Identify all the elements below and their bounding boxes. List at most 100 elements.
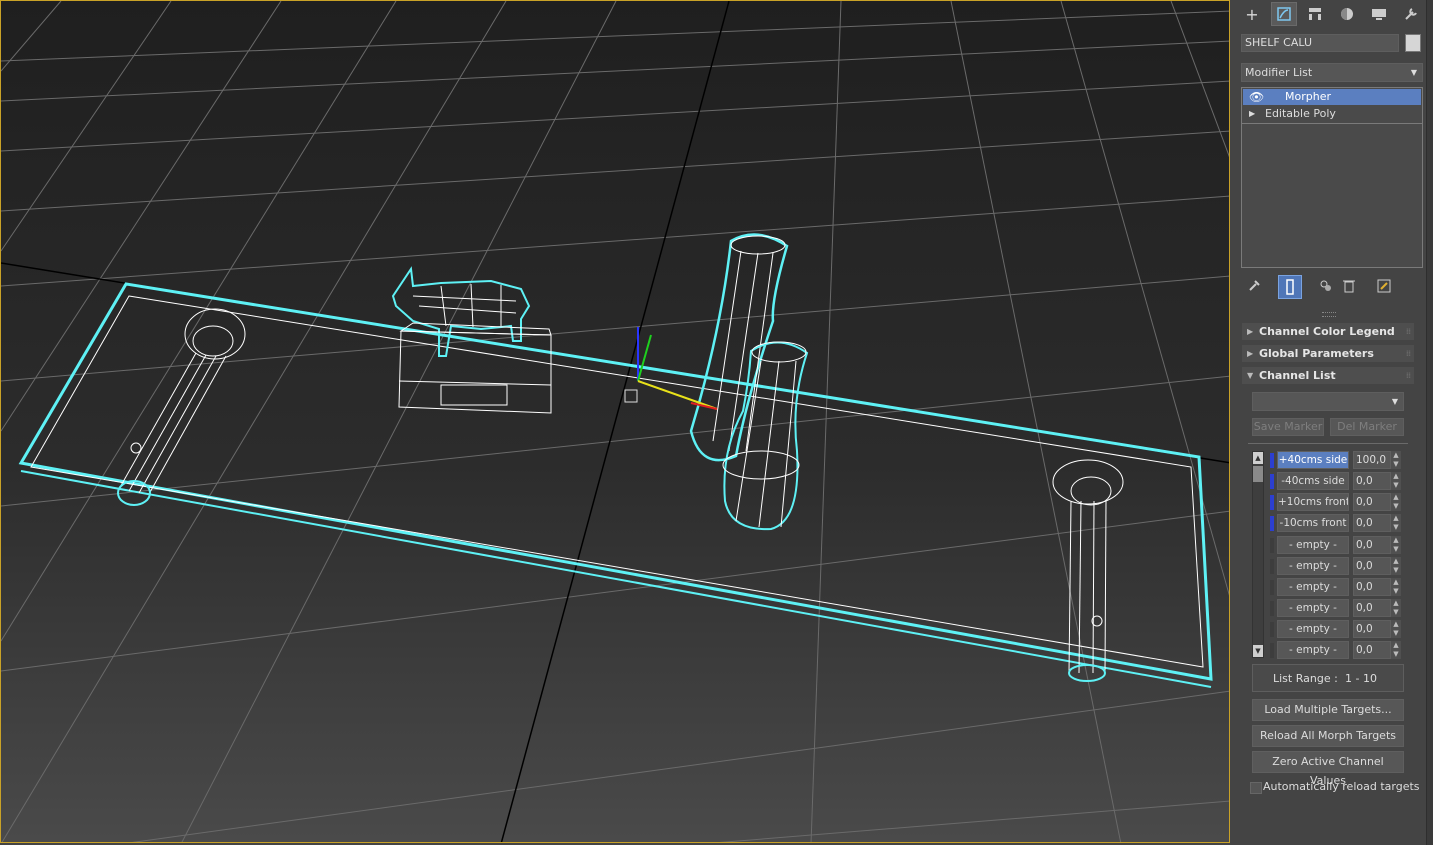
channel-row[interactable]: - empty - 0,0 ▲ ▼ bbox=[1270, 620, 1406, 638]
channel-name-button[interactable]: - empty - bbox=[1277, 578, 1349, 596]
channel-value-field[interactable]: 0,0 bbox=[1353, 493, 1391, 511]
channel-name-button[interactable]: -10cms front bbox=[1277, 514, 1349, 532]
spinner-icon[interactable]: ▲ ▼ bbox=[1391, 514, 1401, 532]
collapsed-arrow-icon: ▶ bbox=[1247, 349, 1254, 358]
channel-color-indicator bbox=[1270, 474, 1274, 489]
rollout-title: Channel List bbox=[1259, 369, 1336, 382]
channel-row[interactable]: +40cms side 100,0 ▲ ▼ bbox=[1270, 451, 1406, 469]
chevron-down-icon: ▼ bbox=[1391, 397, 1398, 406]
display-tab-icon[interactable] bbox=[1366, 2, 1392, 26]
rollout-global-parameters[interactable]: ▶ Global Parameters ⁞⁞ bbox=[1241, 344, 1415, 363]
left-bracket[interactable] bbox=[117, 308, 246, 506]
scroll-down-icon[interactable]: ▼ bbox=[1253, 645, 1263, 657]
channel-name-button[interactable]: - empty - bbox=[1277, 536, 1349, 554]
spinner-icon[interactable]: ▲ ▼ bbox=[1391, 578, 1401, 596]
command-panel: + SHELF CALU Modifier List ▼ 👁 Morpher ▶… bbox=[1236, 0, 1426, 845]
auto-reload-checkbox-row[interactable]: Automatically reload targets bbox=[1250, 780, 1420, 796]
channel-name-button[interactable]: - empty - bbox=[1277, 557, 1349, 575]
panel-scrollbar[interactable] bbox=[1426, 0, 1433, 845]
short-vase[interactable] bbox=[722, 341, 809, 531]
channel-row[interactable]: - empty - 0,0 ▲ ▼ bbox=[1270, 641, 1406, 659]
channel-scrollbar[interactable]: ▲ ▼ bbox=[1252, 451, 1264, 658]
scroll-thumb[interactable] bbox=[1253, 466, 1263, 482]
rollout-title: Channel Color Legend bbox=[1259, 325, 1395, 338]
channel-name-button[interactable]: +40cms side bbox=[1277, 451, 1349, 469]
panel-grip[interactable] bbox=[1322, 312, 1336, 317]
channel-row[interactable]: - empty - 0,0 ▲ ▼ bbox=[1270, 599, 1406, 617]
create-tab-icon[interactable]: + bbox=[1239, 2, 1265, 26]
object-color-swatch[interactable] bbox=[1405, 34, 1421, 52]
channel-value-field[interactable]: 0,0 bbox=[1353, 514, 1391, 532]
spinner-icon[interactable]: ▲ ▼ bbox=[1391, 451, 1401, 469]
channel-name-button[interactable]: - empty - bbox=[1277, 599, 1349, 617]
rollout-grip-icon: ⁞⁞ bbox=[1405, 349, 1411, 358]
spinner-icon[interactable]: ▲ ▼ bbox=[1391, 641, 1401, 659]
list-range-box: List Range : 1 - 10 bbox=[1252, 664, 1404, 692]
channel-row[interactable]: -40cms side 0,0 ▲ ▼ bbox=[1270, 472, 1406, 490]
list-range-value: 1 - 10 bbox=[1345, 672, 1377, 685]
spinner-icon[interactable]: ▲ ▼ bbox=[1391, 536, 1401, 554]
hierarchy-tab-icon[interactable] bbox=[1302, 2, 1328, 26]
auto-reload-checkbox[interactable] bbox=[1250, 782, 1262, 794]
reload-all-morph-targets-button[interactable]: Reload All Morph Targets bbox=[1252, 725, 1404, 747]
channel-name-button[interactable]: +10cms front bbox=[1277, 493, 1349, 511]
spinner-icon[interactable]: ▲ ▼ bbox=[1391, 472, 1401, 490]
expanded-arrow-icon: ▼ bbox=[1247, 371, 1254, 380]
channel-name-button[interactable]: - empty - bbox=[1277, 620, 1349, 638]
show-end-result-icon[interactable] bbox=[1278, 275, 1302, 299]
pin-stack-icon[interactable] bbox=[1244, 276, 1264, 296]
channel-name-button[interactable]: -40cms side bbox=[1277, 472, 1349, 490]
modifier-stack[interactable]: 👁 Morpher ▶ Editable Poly bbox=[1241, 87, 1423, 268]
wireframe-scene[interactable] bbox=[1, 1, 1230, 843]
channel-value-field[interactable]: 0,0 bbox=[1353, 599, 1391, 617]
spinner-icon[interactable]: ▲ ▼ bbox=[1391, 599, 1401, 617]
spinner-icon[interactable]: ▲ ▼ bbox=[1391, 557, 1401, 575]
rollout-channel-color-legend[interactable]: ▶ Channel Color Legend ⁞⁞ bbox=[1241, 322, 1415, 341]
channel-color-indicator bbox=[1270, 643, 1274, 658]
chevron-down-icon: ▼ bbox=[1410, 68, 1417, 77]
make-unique-icon[interactable] bbox=[1316, 276, 1336, 296]
channel-value-field[interactable]: 0,0 bbox=[1353, 557, 1391, 575]
trash-icon[interactable] bbox=[1339, 276, 1359, 296]
channel-value-field[interactable]: 0,0 bbox=[1353, 472, 1391, 490]
modify-tab-icon[interactable] bbox=[1271, 2, 1297, 26]
motion-tab-icon[interactable] bbox=[1334, 2, 1360, 26]
channel-row[interactable]: -10cms front 0,0 ▲ ▼ bbox=[1270, 514, 1406, 532]
object-name-field[interactable]: SHELF CALU bbox=[1241, 34, 1399, 52]
list-range-label: List Range : bbox=[1273, 672, 1338, 685]
expand-arrow-icon[interactable]: ▶ bbox=[1249, 106, 1255, 122]
marker-dropdown[interactable]: ▼ bbox=[1252, 392, 1404, 411]
load-multiple-targets-button[interactable]: Load Multiple Targets... bbox=[1252, 699, 1404, 721]
configure-modifier-sets-icon[interactable] bbox=[1374, 276, 1394, 296]
viewport[interactable] bbox=[0, 0, 1230, 843]
channel-color-indicator bbox=[1270, 453, 1274, 468]
utilities-tab-icon[interactable] bbox=[1398, 2, 1424, 26]
eye-icon[interactable]: 👁 bbox=[1249, 89, 1264, 105]
spinner-icon[interactable]: ▲ ▼ bbox=[1391, 620, 1401, 638]
channel-value-field[interactable]: 0,0 bbox=[1353, 641, 1391, 659]
command-panel-tabs: + bbox=[1236, 0, 1426, 28]
channel-row[interactable]: +10cms front 0,0 ▲ ▼ bbox=[1270, 493, 1406, 511]
stack-item-editable-poly[interactable]: ▶ Editable Poly bbox=[1243, 106, 1421, 122]
channel-value-field[interactable]: 0,0 bbox=[1353, 536, 1391, 554]
channel-row[interactable]: - empty - 0,0 ▲ ▼ bbox=[1270, 536, 1406, 554]
del-marker-button[interactable]: Del Marker bbox=[1330, 418, 1404, 436]
modifier-list-label: Modifier List bbox=[1245, 66, 1313, 79]
rollout-grip-icon: ⁞⁞ bbox=[1405, 327, 1411, 336]
channel-color-indicator bbox=[1270, 580, 1274, 595]
zero-active-channel-values-button[interactable]: Zero Active Channel Values bbox=[1252, 751, 1404, 787]
channel-value-field[interactable]: 100,0 bbox=[1353, 451, 1391, 469]
tall-vase[interactable] bbox=[689, 233, 789, 462]
channel-value-field[interactable]: 0,0 bbox=[1353, 578, 1391, 596]
save-marker-button[interactable]: Save Marker bbox=[1252, 418, 1324, 436]
modifier-list-dropdown[interactable]: Modifier List ▼ bbox=[1241, 63, 1423, 82]
stack-item-morpher[interactable]: 👁 Morpher bbox=[1243, 89, 1421, 105]
rollout-channel-list[interactable]: ▼ Channel List ⁞⁞ bbox=[1241, 366, 1415, 385]
channel-name-button[interactable]: - empty - bbox=[1277, 641, 1349, 659]
scroll-up-icon[interactable]: ▲ bbox=[1253, 452, 1263, 464]
channel-value-field[interactable]: 0,0 bbox=[1353, 620, 1391, 638]
channel-row[interactable]: - empty - 0,0 ▲ ▼ bbox=[1270, 578, 1406, 596]
channel-row[interactable]: - empty - 0,0 ▲ ▼ bbox=[1270, 557, 1406, 575]
transform-gizmo[interactable] bbox=[624, 327, 718, 410]
spinner-icon[interactable]: ▲ ▼ bbox=[1391, 493, 1401, 511]
